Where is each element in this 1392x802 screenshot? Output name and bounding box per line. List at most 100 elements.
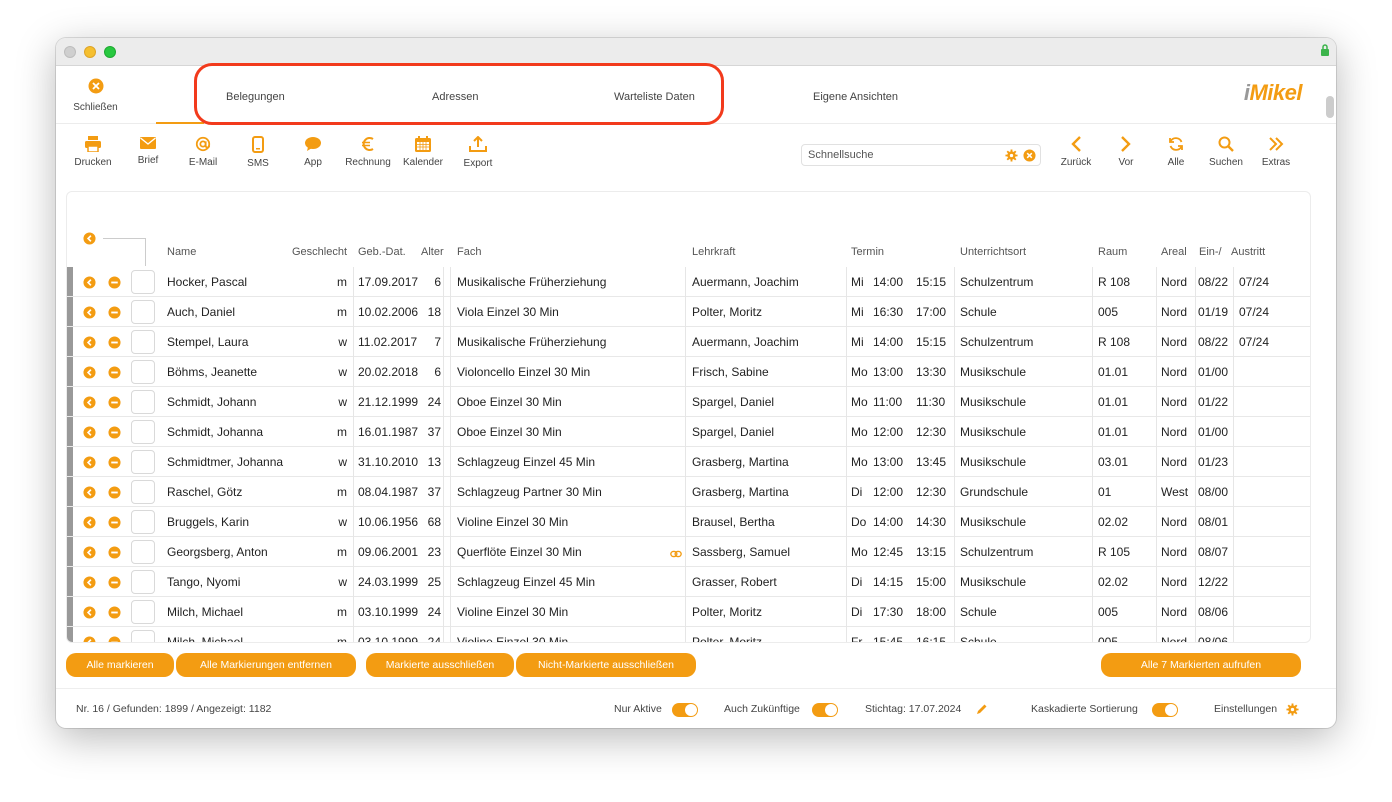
row-mark-checkbox[interactable] bbox=[131, 600, 155, 624]
col-header-gender[interactable]: Geschlecht bbox=[292, 246, 347, 258]
letter-button[interactable]: Brief bbox=[118, 136, 178, 166]
row-mark-checkbox[interactable] bbox=[131, 480, 155, 504]
exclude-unmarked-button[interactable]: Nicht-Markierte ausschließen bbox=[516, 653, 696, 677]
table-row[interactable]: Hocker, Pascal m 17.09.2017 6 Musikalische F… bbox=[67, 267, 1310, 297]
remove-record-icon[interactable] bbox=[108, 276, 121, 294]
email-button[interactable]: E-Mail bbox=[173, 136, 233, 168]
row-mark-checkbox[interactable] bbox=[131, 360, 155, 384]
col-header-name[interactable]: Name bbox=[167, 246, 196, 258]
open-record-icon[interactable] bbox=[83, 426, 96, 444]
tab-warteliste-daten[interactable]: Warteliste Daten bbox=[614, 91, 695, 103]
clear-search-icon[interactable] bbox=[1023, 149, 1036, 162]
calendar-button[interactable]: Kalender bbox=[393, 136, 453, 168]
open-record-icon[interactable] bbox=[83, 336, 96, 354]
row-mark-checkbox[interactable] bbox=[131, 330, 155, 354]
open-record-icon[interactable] bbox=[83, 366, 96, 384]
settings-label[interactable]: Einstellungen bbox=[1214, 703, 1277, 715]
sms-button[interactable]: SMS bbox=[228, 136, 288, 169]
invoice-button[interactable]: Rechnung bbox=[338, 136, 398, 168]
col-header-room[interactable]: Raum bbox=[1098, 246, 1127, 258]
col-header-area[interactable]: Areal bbox=[1161, 246, 1187, 258]
table-row[interactable]: Milch, Michael m 03.10.1999 24 Violine Einze… bbox=[67, 627, 1310, 642]
export-button[interactable]: Export bbox=[448, 136, 508, 169]
table-row[interactable]: Raschel, Götz m 08.04.1987 37 Schlagzeug Par… bbox=[67, 477, 1310, 507]
exclude-marked-button[interactable]: Markierte ausschließen bbox=[366, 653, 514, 677]
remove-record-icon[interactable] bbox=[108, 576, 121, 594]
col-header-teacher[interactable]: Lehrkraft bbox=[692, 246, 735, 258]
extras-button[interactable]: Extras bbox=[1246, 136, 1306, 168]
only-active-toggle[interactable] bbox=[672, 703, 698, 717]
table-row[interactable]: Schmidt, Johann w 21.12.1999 24 Oboe Einzel … bbox=[67, 387, 1310, 417]
collapse-toggle-icon[interactable] bbox=[83, 232, 96, 245]
col-header-age[interactable]: Alter bbox=[421, 246, 444, 258]
open-record-icon[interactable] bbox=[83, 456, 96, 474]
remove-record-icon[interactable] bbox=[108, 456, 121, 474]
table-row[interactable]: Milch, Michael m 03.10.1999 24 Violine Einze… bbox=[67, 597, 1310, 627]
settings-gear-icon[interactable] bbox=[1286, 703, 1299, 716]
col-header-location[interactable]: Unterrichtsort bbox=[960, 246, 1026, 258]
mark-all-button[interactable]: Alle markieren bbox=[66, 653, 174, 677]
cascade-sort-toggle[interactable] bbox=[1152, 703, 1178, 717]
gear-icon[interactable] bbox=[1005, 149, 1018, 162]
table-row[interactable]: Stempel, Laura w 11.02.2017 7 Musikalische F… bbox=[67, 327, 1310, 357]
export-label: Export bbox=[463, 158, 493, 169]
future-toggle[interactable] bbox=[812, 703, 838, 717]
row-mark-checkbox[interactable] bbox=[131, 390, 155, 414]
remove-record-icon[interactable] bbox=[108, 306, 121, 324]
link-icon[interactable] bbox=[670, 546, 682, 564]
window-minimize-button[interactable] bbox=[84, 46, 96, 58]
row-mark-checkbox[interactable] bbox=[131, 450, 155, 474]
print-button[interactable]: Drucken bbox=[63, 136, 123, 168]
remove-record-icon[interactable] bbox=[108, 636, 121, 642]
col-header-appointment[interactable]: Termin bbox=[851, 246, 884, 258]
window-close-button[interactable] bbox=[64, 46, 76, 58]
row-mark-checkbox[interactable] bbox=[131, 510, 155, 534]
quick-search-input[interactable] bbox=[808, 149, 998, 161]
remove-record-icon[interactable] bbox=[108, 336, 121, 354]
row-mark-checkbox[interactable] bbox=[131, 570, 155, 594]
open-record-icon[interactable] bbox=[83, 276, 96, 294]
open-record-icon[interactable] bbox=[83, 516, 96, 534]
scrollbar-thumb[interactable] bbox=[1326, 96, 1334, 118]
table-row[interactable]: Tango, Nyomi w 24.03.1999 25 Schlagzeug Einz… bbox=[67, 567, 1310, 597]
open-record-icon[interactable] bbox=[83, 396, 96, 414]
open-record-icon[interactable] bbox=[83, 636, 96, 642]
table-row[interactable]: Böhms, Jeanette w 20.02.2018 6 Violoncello E… bbox=[67, 357, 1310, 387]
tab-adressen[interactable]: Adressen bbox=[432, 91, 478, 103]
open-record-icon[interactable] bbox=[83, 486, 96, 504]
app-button[interactable]: App bbox=[283, 136, 343, 168]
table-row[interactable]: Schmidtmer, Johanna w 31.10.2010 13 Schlagze… bbox=[67, 447, 1310, 477]
remove-record-icon[interactable] bbox=[108, 486, 121, 504]
open-record-icon[interactable] bbox=[83, 576, 96, 594]
row-mark-checkbox[interactable] bbox=[131, 540, 155, 564]
unmark-all-button[interactable]: Alle Markierungen entfernen bbox=[176, 653, 356, 677]
open-marked-button[interactable]: Alle 7 Markierten aufrufen bbox=[1101, 653, 1301, 677]
window-maximize-button[interactable] bbox=[104, 46, 116, 58]
col-header-entry[interactable]: Ein-/ bbox=[1199, 246, 1222, 258]
remove-record-icon[interactable] bbox=[108, 366, 121, 384]
open-record-icon[interactable] bbox=[83, 606, 96, 624]
column-divider bbox=[450, 627, 451, 642]
col-header-exit[interactable]: Austritt bbox=[1231, 246, 1265, 258]
table-row[interactable]: Schmidt, Johanna m 16.01.1987 37 Oboe Einzel… bbox=[67, 417, 1310, 447]
close-button[interactable]: Schließen bbox=[68, 78, 123, 113]
remove-record-icon[interactable] bbox=[108, 546, 121, 564]
remove-record-icon[interactable] bbox=[108, 606, 121, 624]
table-row[interactable]: Bruggels, Karin w 10.06.1956 68 Violine Einz… bbox=[67, 507, 1310, 537]
tab-belegungen[interactable]: Belegungen bbox=[226, 91, 285, 103]
col-header-birthdate[interactable]: Geb.-Dat. bbox=[358, 246, 406, 258]
open-record-icon[interactable] bbox=[83, 306, 96, 324]
remove-record-icon[interactable] bbox=[108, 516, 121, 534]
open-record-icon[interactable] bbox=[83, 546, 96, 564]
row-mark-checkbox[interactable] bbox=[131, 420, 155, 444]
col-header-subject[interactable]: Fach bbox=[457, 246, 481, 258]
pencil-icon[interactable] bbox=[976, 703, 988, 715]
table-row[interactable]: Georgsberg, Anton m 09.06.2001 23 Querflöte … bbox=[67, 537, 1310, 567]
remove-record-icon[interactable] bbox=[108, 426, 121, 444]
row-mark-checkbox[interactable] bbox=[131, 630, 155, 642]
remove-record-icon[interactable] bbox=[108, 396, 121, 414]
row-mark-checkbox[interactable] bbox=[131, 270, 155, 294]
row-mark-checkbox[interactable] bbox=[131, 300, 155, 324]
table-row[interactable]: Auch, Daniel m 10.02.2006 18 Viola Einzel 30… bbox=[67, 297, 1310, 327]
tab-eigene-ansichten[interactable]: Eigene Ansichten bbox=[813, 91, 898, 103]
